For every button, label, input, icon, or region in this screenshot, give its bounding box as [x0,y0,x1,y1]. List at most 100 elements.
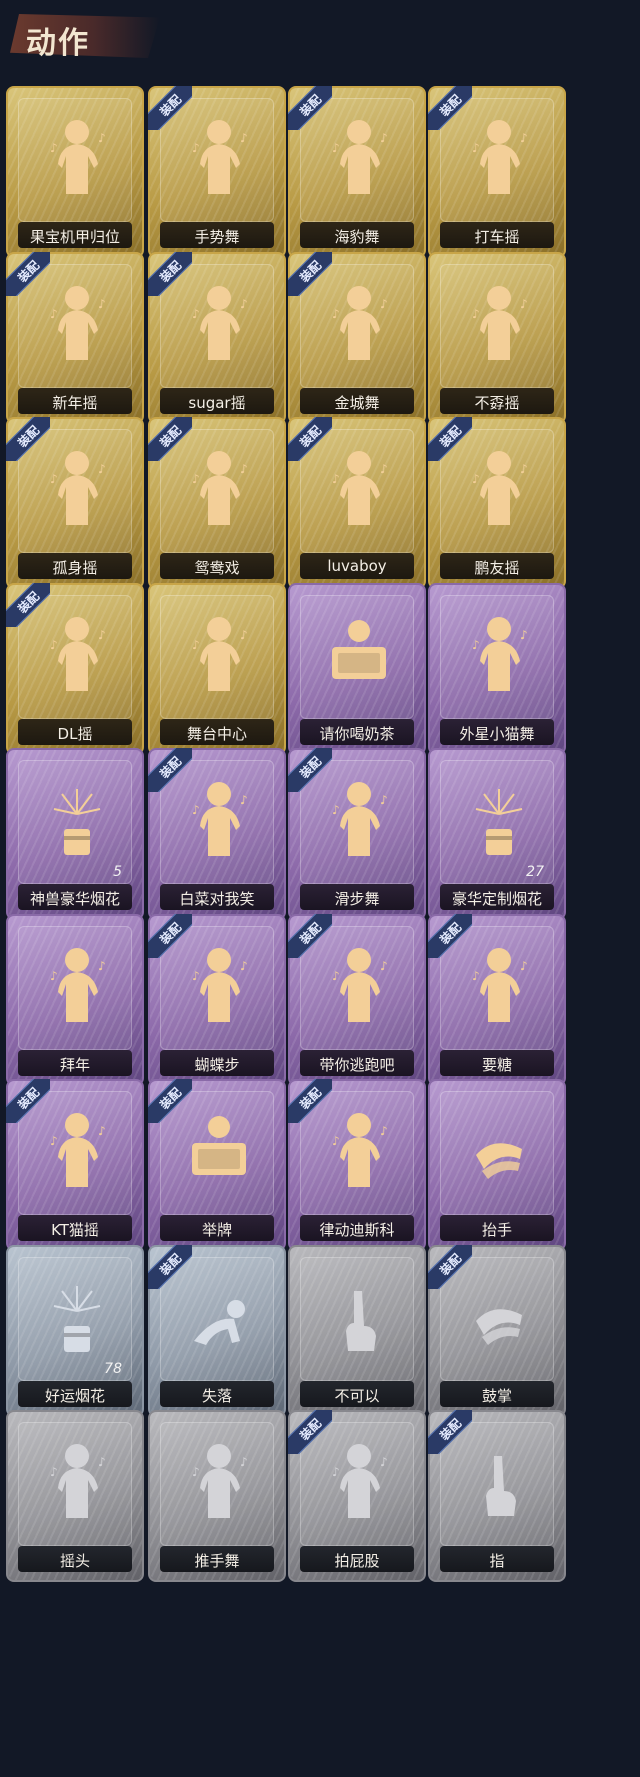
card-label-bar: 孤身摇 [18,553,132,579]
action-card[interactable]: ♪ ♪ 海豹舞 装配 [288,86,426,258]
action-name: 鼓掌 [481,1387,512,1405]
action-card[interactable]: ♪ ♪ 外星小猫舞 [428,583,566,755]
dance-figure-icon: ♪ ♪ [324,940,394,1030]
equipped-label: 装配 [297,1416,325,1444]
action-card[interactable]: 78 好运烟花 [6,1245,144,1417]
card-body: ♪ ♪ 外星小猫舞 [430,585,564,753]
card-label-bar: 举牌 [160,1215,274,1241]
action-card[interactable]: 抬手 [428,1079,566,1251]
equipped-band: 装配 [6,417,50,461]
action-name: 拜年 [59,1056,90,1074]
svg-text:♪: ♪ [380,131,388,145]
svg-text:♪: ♪ [380,1124,388,1138]
svg-text:♪: ♪ [50,472,58,486]
equipped-badge: 装配 [148,1245,192,1289]
item-count: 78 [104,1361,122,1377]
action-name: 金城舞 [334,394,380,412]
equipped-band: 装配 [288,417,332,461]
action-card[interactable]: ♪ ♪ 金城舞 装配 [288,252,426,424]
action-card[interactable]: ♪ ♪ 拍屁股 装配 [288,1410,426,1582]
action-card[interactable]: ♪ ♪ DL摇 装配 [6,583,144,755]
svg-text:♪: ♪ [332,1465,340,1479]
action-card[interactable]: ♪ ♪ 摇头 [6,1410,144,1582]
equipped-badge: 装配 [148,1079,192,1123]
action-name: 海豹舞 [334,228,380,246]
action-card[interactable]: ♪ ♪ 打车摇 装配 [428,86,566,258]
action-card[interactable]: ♪ ♪ 果宝机甲归位 [6,86,144,258]
action-card[interactable]: ♪ ♪ luvaboy 装配 [288,417,426,589]
card-label-bar: 好运烟花 [18,1381,132,1407]
point-icon [464,1436,534,1526]
firework-icon [42,774,112,864]
action-name: 打车摇 [474,228,520,246]
action-card[interactable]: ♪ ♪ 要糖 装配 [428,914,566,1086]
action-card[interactable]: ♪ ♪ KT猫摇 装配 [6,1079,144,1251]
svg-text:♪: ♪ [50,307,58,321]
svg-text:♪: ♪ [192,307,200,321]
card-body: 请你喝奶茶 [290,585,424,753]
svg-text:♪: ♪ [240,131,248,145]
action-card[interactable]: 举牌 装配 [148,1079,286,1251]
action-card[interactable]: ♪ ♪ 蝴蝶步 装配 [148,914,286,1086]
equipped-label: 装配 [437,1416,465,1444]
action-name: 好运烟花 [44,1387,105,1405]
equipped-band: 装配 [6,583,50,627]
svg-text:♪: ♪ [520,628,528,642]
action-name: 请你喝奶茶 [319,725,395,743]
card-body: ♪ ♪ 摇头 [8,1412,142,1580]
action-card[interactable]: ♪ ♪ 拜年 [6,914,144,1086]
svg-text:♪: ♪ [240,793,248,807]
action-name: 新年摇 [52,394,98,412]
action-card[interactable]: ♪ ♪ 白菜对我笑 装配 [148,748,286,920]
equipped-label: 装配 [15,589,43,617]
svg-text:♪: ♪ [240,462,248,476]
action-card[interactable]: 指 装配 [428,1410,566,1582]
action-card[interactable]: ♪ ♪ 孤身摇 装配 [6,417,144,589]
dance-figure-icon: ♪ ♪ [184,940,254,1030]
svg-text:♪: ♪ [240,297,248,311]
dance-figure-icon: ♪ ♪ [184,443,254,533]
equipped-band: 装配 [428,1410,472,1454]
action-card[interactable]: ♪ ♪ 鹏友摇 装配 [428,417,566,589]
card-label-bar: 果宝机甲归位 [18,222,132,248]
action-name: 推手舞 [194,1552,240,1570]
equipped-label: 装配 [437,1251,465,1279]
svg-text:♪: ♪ [50,1465,58,1479]
dance-figure-icon: ♪ ♪ [184,609,254,699]
card-body: ♪ ♪ 拜年 [8,916,142,1084]
svg-text:♪: ♪ [98,131,106,145]
action-card[interactable]: ♪ ♪ sugar摇 装配 [148,252,286,424]
action-card[interactable]: 请你喝奶茶 [288,583,426,755]
action-card[interactable]: ♪ ♪ 舞台中心 [148,583,286,755]
svg-text:♪: ♪ [472,307,480,321]
svg-text:♪: ♪ [98,628,106,642]
equipped-band: 装配 [148,86,192,130]
equipped-band: 装配 [288,1410,332,1454]
action-card[interactable]: 5 神兽豪华烟花 [6,748,144,920]
equipped-badge: 装配 [6,252,50,296]
svg-text:♪: ♪ [380,1455,388,1469]
equipped-label: 装配 [297,920,325,948]
action-card[interactable]: 不可以 [288,1245,426,1417]
action-card[interactable]: ♪ ♪ 手势舞 装配 [148,86,286,258]
dance-figure-icon: ♪ ♪ [324,774,394,864]
clap-icon [464,1271,534,1361]
equipped-band: 装配 [428,417,472,461]
action-card[interactable]: ♪ ♪ 推手舞 [148,1410,286,1582]
equipped-label: 装配 [297,258,325,286]
action-name: 神兽豪华烟花 [29,890,120,908]
pose-figure-icon: ♪ ♪ [42,112,112,202]
svg-text:♪: ♪ [192,969,200,983]
action-card[interactable]: ♪ ♪ 律动迪斯科 装配 [288,1079,426,1251]
action-card[interactable]: ♪ ♪ 滑步舞 装配 [288,748,426,920]
action-card[interactable]: ♪ ♪ 鸳鸯戏 装配 [148,417,286,589]
action-card[interactable]: ♪ ♪ 带你逃跑吧 装配 [288,914,426,1086]
action-card[interactable]: 失落 装配 [148,1245,286,1417]
equipped-band: 装配 [6,1079,50,1123]
action-card[interactable]: ♪ ♪ 不孬摇 [428,252,566,424]
action-card[interactable]: 27 豪华定制烟花 [428,748,566,920]
action-card[interactable]: ♪ ♪ 新年摇 装配 [6,252,144,424]
card-label-bar: 打车摇 [440,222,554,248]
action-card[interactable]: 鼓掌 装配 [428,1245,566,1417]
equipped-label: 装配 [297,92,325,120]
